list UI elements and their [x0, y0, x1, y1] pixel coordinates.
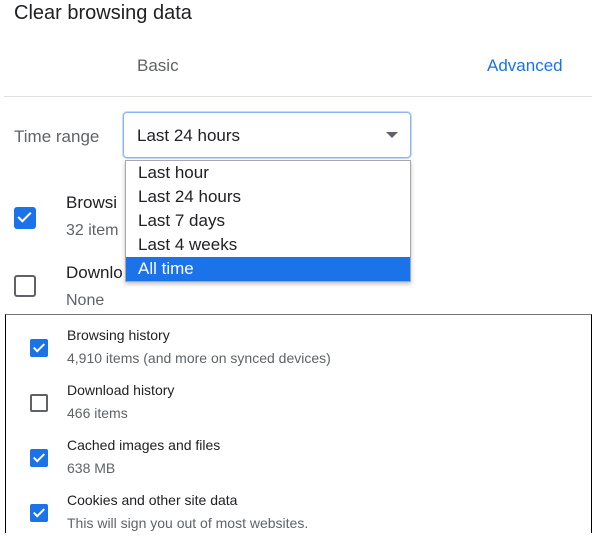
time-range-dropdown[interactable]: Last hour Last 24 hours Last 7 days Last… — [125, 160, 411, 282]
list-item[interactable]: Cached images and files 638 MB — [6, 431, 591, 486]
list-item[interactable]: Download history 466 items — [6, 376, 591, 431]
item-sub: This will sign you out of most websites. — [67, 515, 309, 531]
upper-item-sub: 32 item — [66, 222, 119, 239]
item-sub: 4,910 items (and more on synced devices) — [67, 350, 331, 366]
upper-item-label: Browsi — [66, 193, 118, 212]
chevron-down-icon — [386, 132, 398, 138]
item-label: Cached images and files — [67, 437, 221, 453]
list-item[interactable]: Browsing history 4,910 items (and more o… — [6, 321, 591, 376]
cached-images-checkbox[interactable] — [30, 449, 48, 467]
item-label: Download history — [67, 382, 175, 398]
time-range-label: Time range — [14, 127, 100, 146]
item-label: Cookies and other site data — [67, 492, 238, 508]
browsing-history-checkbox[interactable] — [30, 339, 48, 357]
tab-basic[interactable]: Basic — [137, 56, 179, 76]
download-history-checkbox[interactable] — [30, 394, 48, 412]
option-last-hour[interactable]: Last hour — [126, 161, 410, 185]
option-last-7-days[interactable]: Last 7 days — [126, 209, 410, 233]
tab-divider — [4, 96, 592, 97]
upper-item-sub: None — [66, 292, 105, 309]
item-sub: 466 items — [67, 405, 128, 421]
data-types-panel: Browsing history 4,910 items (and more o… — [5, 314, 592, 533]
browsing-history-checkbox[interactable] — [14, 207, 36, 229]
option-last-24-hours[interactable]: Last 24 hours — [126, 185, 410, 209]
download-history-checkbox[interactable] — [14, 275, 36, 297]
dialog-title: Clear browsing data — [14, 2, 192, 24]
option-last-4-weeks[interactable]: Last 4 weeks — [126, 233, 410, 257]
item-label: Browsing history — [67, 327, 170, 343]
option-all-time[interactable]: All time — [126, 257, 410, 281]
time-range-select[interactable]: Last 24 hours — [123, 112, 411, 158]
tab-advanced[interactable]: Advanced — [487, 56, 563, 76]
cookies-checkbox[interactable] — [30, 504, 48, 522]
upper-item-label: Downlo — [66, 263, 123, 282]
item-sub: 638 MB — [67, 460, 116, 476]
time-range-value: Last 24 hours — [137, 126, 241, 145]
